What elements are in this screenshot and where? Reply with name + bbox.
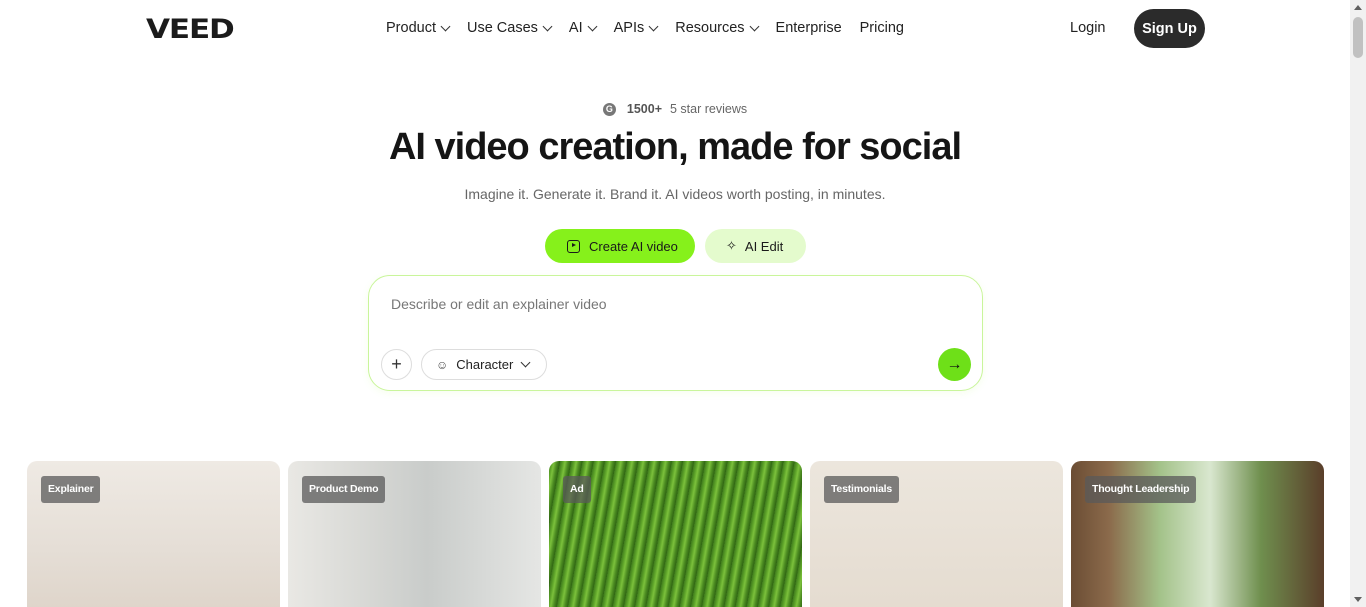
- nav-pricing-label: Pricing: [859, 20, 904, 36]
- card-tag: Ad: [563, 476, 591, 503]
- scroll-down-arrow-icon[interactable]: [1354, 597, 1362, 602]
- main-nav: Product Use Cases AI APIs Resources Ente…: [386, 20, 922, 36]
- prompt-box: + ☺ Character →: [368, 275, 983, 391]
- add-attachment-button[interactable]: +: [381, 349, 412, 380]
- people-icon: ☺: [436, 357, 449, 372]
- nav-resources-label: Resources: [675, 20, 745, 36]
- use-case-card-testimonials[interactable]: Testimonials: [810, 461, 1063, 607]
- nav-ai[interactable]: AI: [568, 20, 598, 36]
- nav-use-cases-label: Use Cases: [466, 20, 538, 36]
- nav-enterprise-label: Enterprise: [775, 20, 842, 36]
- chevron-down-icon: [587, 21, 598, 31]
- create-ai-video-button[interactable]: Create AI video: [545, 229, 695, 263]
- video-play-icon: [567, 239, 580, 253]
- use-case-card-ad[interactable]: Ad: [549, 461, 802, 607]
- veed-logo[interactable]: VEED: [146, 14, 235, 45]
- nav-product-label: Product: [386, 20, 436, 36]
- login-link[interactable]: Login: [1070, 20, 1105, 36]
- use-case-card-thought-leadership[interactable]: Thought Leadership: [1071, 461, 1324, 607]
- hero-headline: AI video creation, made for social: [388, 126, 962, 168]
- nav-enterprise[interactable]: Enterprise: [776, 20, 842, 36]
- chevron-down-icon: [542, 21, 553, 31]
- chevron-down-icon: [749, 21, 759, 31]
- chevron-down-icon: [440, 21, 451, 31]
- hero-subline: Imagine it. Generate it. Brand it. AI vi…: [464, 186, 886, 202]
- arrow-right-icon: →: [946, 355, 963, 373]
- scroll-up-arrow-icon[interactable]: [1354, 5, 1362, 10]
- prompt-input[interactable]: [391, 296, 951, 312]
- page-scrollbar[interactable]: [1350, 0, 1366, 607]
- submit-button[interactable]: →: [938, 348, 971, 381]
- card-tag: Product Demo: [302, 476, 386, 503]
- review-text: 5 star reviews: [670, 102, 748, 116]
- nav-use-cases[interactable]: Use Cases: [466, 20, 553, 36]
- chevron-down-icon: [648, 21, 659, 31]
- card-tag: Explainer: [41, 476, 101, 503]
- sparkle-wand-icon: ✧: [726, 238, 737, 253]
- use-case-card-product-demo[interactable]: Product Demo: [288, 461, 541, 607]
- nav-ai-label: AI: [568, 20, 583, 36]
- card-tag: Thought Leadership: [1085, 476, 1197, 503]
- character-dropdown[interactable]: ☺ Character: [421, 349, 547, 380]
- nav-resources[interactable]: Resources: [675, 20, 759, 36]
- ai-edit-button[interactable]: ✧ AI Edit: [705, 229, 806, 263]
- card-tag: Testimonials: [824, 476, 900, 503]
- nav-apis-label: APIs: [613, 20, 645, 36]
- chevron-down-icon: [520, 357, 531, 368]
- ai-edit-label: AI Edit: [744, 238, 784, 254]
- top-navbar: VEED Product Use Cases AI APIs Resources…: [0, 0, 1350, 58]
- signup-button[interactable]: Sign Up: [1134, 9, 1205, 48]
- use-case-card-explainer[interactable]: Explainer: [27, 461, 280, 607]
- nav-apis[interactable]: APIs: [613, 20, 659, 36]
- nav-product[interactable]: Product: [386, 20, 451, 36]
- google-icon: G: [602, 102, 616, 116]
- plus-icon: +: [391, 354, 402, 374]
- character-label: Character: [456, 357, 514, 372]
- reviews-badge: G 1500+ 5 star reviews: [0, 102, 1350, 116]
- scroll-thumb[interactable]: [1353, 17, 1363, 58]
- review-count: 1500+: [626, 102, 662, 116]
- create-ai-video-label: Create AI video: [589, 238, 678, 254]
- nav-pricing[interactable]: Pricing: [860, 20, 904, 36]
